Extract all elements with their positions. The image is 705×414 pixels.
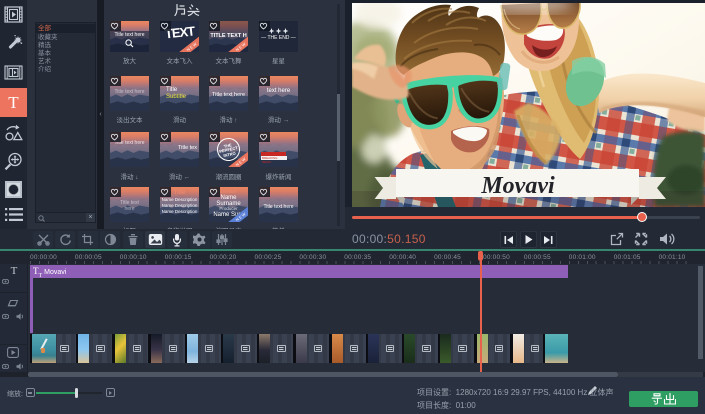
svg-text:Movavi: Movavi bbox=[480, 173, 555, 199]
